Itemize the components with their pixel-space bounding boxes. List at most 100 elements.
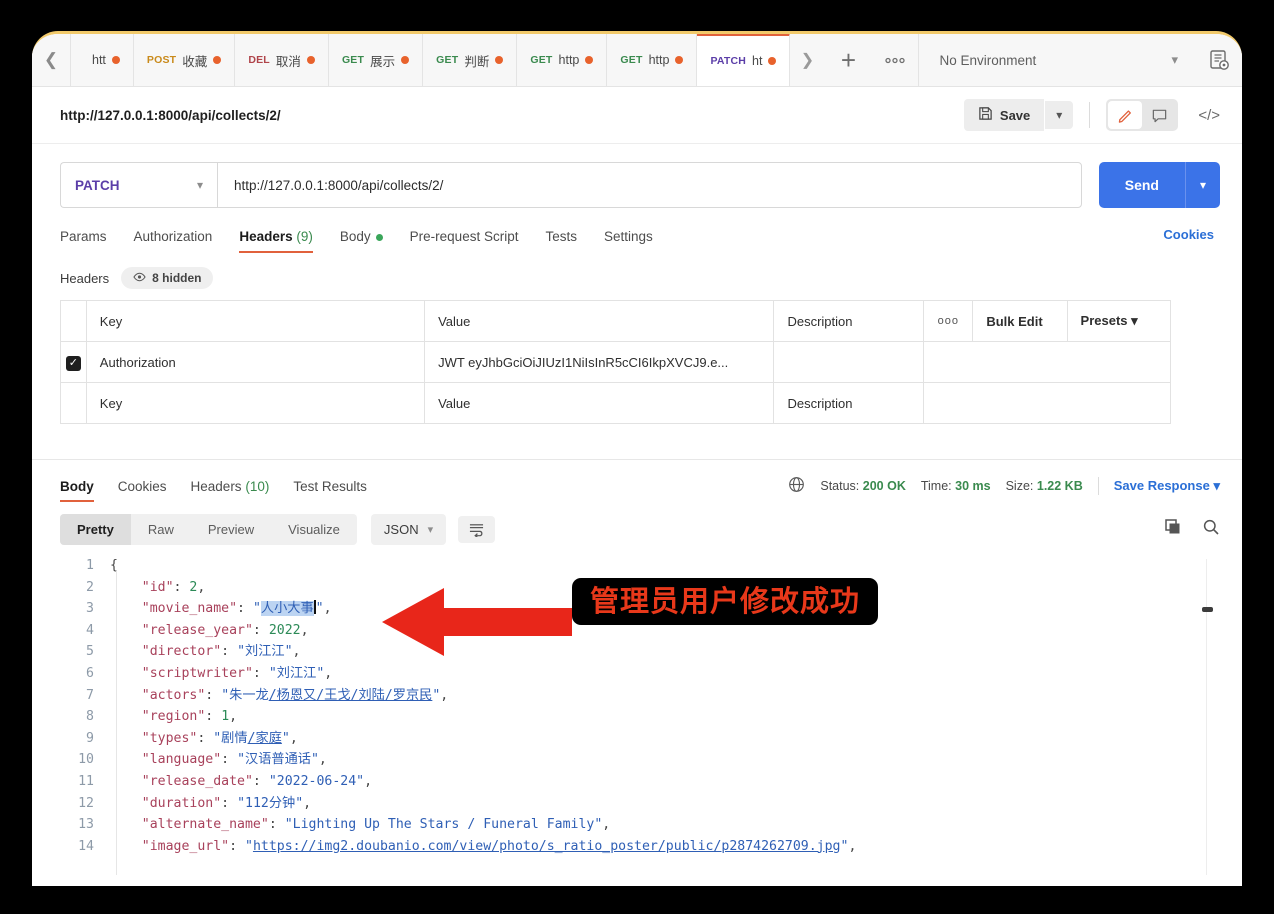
url-bar: PATCH ▾ http://127.0.0.1:8000/api/collec…	[60, 162, 1220, 208]
pencil-icon[interactable]	[1108, 101, 1143, 129]
tab-label-0: htt	[92, 53, 106, 67]
code-line: 11 "release_date": "2022-06-24",	[60, 771, 1242, 793]
save-options-button[interactable]: ▾	[1045, 101, 1074, 129]
code-line-text: "scriptwriter": "刘江江",	[141, 665, 333, 681]
save-response-button[interactable]: Save Response ▾	[1114, 478, 1220, 494]
response-tab-cookies[interactable]: Cookies	[118, 479, 167, 502]
code-line-text: "movie_name": "人小大事 ",	[141, 600, 332, 617]
empty-row-value-input[interactable]: Value	[424, 382, 775, 424]
request-tab-0[interactable]: htt	[71, 34, 134, 86]
code-line-text: "actors": "朱一龙/杨恩又/王戈/刘陆/罗京民",	[141, 687, 449, 703]
request-tab-5[interactable]: GET http	[517, 34, 608, 86]
comment-icon[interactable]	[1142, 101, 1176, 129]
code-brackets-icon[interactable]: </>	[1198, 107, 1220, 124]
request-tab-3[interactable]: GET 展示	[328, 34, 424, 86]
code-line: 1{	[60, 555, 1242, 577]
code-line-text: "region": 1,	[141, 709, 238, 725]
view-mode-visualize[interactable]: Visualize	[271, 514, 357, 545]
tab-headers[interactable]: Headers (9)	[239, 229, 313, 253]
row-key-cell[interactable]: Authorization	[85, 341, 426, 383]
code-line: 9 "types": "剧情/家庭",	[60, 728, 1242, 750]
table-row[interactable]: ✓ Authorization JWT eyJhbGciOiJIUzI1NiIs…	[60, 341, 1171, 383]
response-tab-headers-label: Headers	[190, 478, 242, 494]
request-tab-7-active[interactable]: PATCH ht	[697, 34, 791, 86]
bulk-edit-button[interactable]: Bulk Edit	[972, 300, 1068, 342]
save-button[interactable]: Save	[963, 99, 1045, 131]
response-body-actions	[1164, 518, 1220, 541]
send-button[interactable]: Send	[1098, 162, 1185, 208]
url-input[interactable]: http://127.0.0.1:8000/api/collects/2/	[217, 162, 1082, 208]
code-vertical-scrollbar[interactable]	[1202, 555, 1216, 875]
empty-row-description-input[interactable]: Description	[773, 382, 925, 424]
tab-headers-count: (9)	[296, 229, 313, 244]
code-line: 5 "director": "刘江江",	[60, 641, 1242, 663]
response-tab-cookies-label: Cookies	[117, 478, 167, 494]
size-value: 1.22 KB	[1036, 479, 1083, 493]
tab-pre-request-script[interactable]: Pre-request Script	[410, 229, 519, 253]
table-row-empty[interactable]: Key Value Description	[60, 382, 1171, 424]
environment-quick-look-icon[interactable]	[1196, 34, 1242, 86]
row-enabled-checkbox[interactable]: ✓	[60, 341, 87, 383]
code-line: 13 "alternate_name": "Lighting Up The St…	[60, 814, 1242, 836]
search-icon[interactable]	[1202, 518, 1220, 541]
size-group: Size: 1.22 KB	[1006, 479, 1083, 493]
tab-unsaved-dot-5	[585, 56, 594, 64]
presets-button[interactable]: Presets ▾	[1066, 300, 1172, 342]
tabs-options-button[interactable]	[872, 34, 919, 86]
code-line-text: "director": "刘江江",	[141, 644, 301, 660]
request-tab-6[interactable]: GET http	[607, 34, 698, 86]
request-title: http://127.0.0.1:8000/api/collects/2/	[60, 107, 281, 123]
table-options-button[interactable]: ooo	[923, 300, 974, 342]
tab-unsaved-dot-1	[213, 56, 222, 64]
response-tab-test-results[interactable]: Test Results	[293, 479, 367, 502]
chevron-down-icon: ▾	[1131, 313, 1138, 328]
tabs-scroll-left-button[interactable]: ❮	[32, 34, 71, 86]
environment-selector[interactable]: No Environment ▾	[918, 34, 1196, 86]
tab-method-6: GET	[620, 54, 643, 66]
response-tab-headers[interactable]: Headers (10)	[191, 479, 270, 502]
request-tab-4[interactable]: GET 判断	[423, 34, 518, 86]
tab-body[interactable]: Body	[340, 229, 383, 253]
row-description-cell[interactable]	[773, 341, 925, 383]
request-tab-2[interactable]: DEL 取消	[235, 34, 329, 86]
tab-tests[interactable]: Tests	[545, 229, 577, 253]
empty-row-key-input[interactable]: Key	[85, 382, 426, 424]
time-group: Time: 30 ms	[921, 479, 991, 493]
empty-row-checkbox[interactable]	[60, 382, 87, 424]
response-format-select[interactable]: JSON ▾	[370, 514, 447, 545]
scrollbar-thumb[interactable]	[1202, 607, 1213, 612]
cookies-link[interactable]: Cookies	[1163, 227, 1214, 242]
tab-params[interactable]: Params	[60, 229, 107, 253]
new-tab-button[interactable]: +	[824, 34, 873, 86]
tab-tests-label: Tests	[545, 229, 577, 244]
send-button-group: Send ▾	[1098, 162, 1220, 208]
copy-icon[interactable]	[1164, 518, 1182, 541]
tab-headers-label: Headers	[239, 229, 293, 244]
tab-authorization[interactable]: Authorization	[134, 229, 213, 253]
row-value-cell[interactable]: JWT eyJhbGciOiJIUzI1NiIsInR5cCI6IkpXVCJ9…	[424, 341, 775, 383]
response-tab-body-label: Body	[60, 478, 94, 494]
save-response-label: Save Response	[1113, 478, 1210, 493]
column-description: Description	[773, 300, 925, 342]
hidden-headers-count: 8 hidden	[152, 271, 202, 285]
hidden-headers-toggle[interactable]: 8 hidden	[121, 267, 214, 289]
http-method-value: PATCH	[75, 177, 120, 193]
floppy-disk-icon	[978, 106, 993, 124]
response-tab-body[interactable]: Body	[60, 479, 94, 502]
word-wrap-icon[interactable]	[458, 516, 496, 543]
tabs-scroll-right-button[interactable]: ❯	[790, 34, 825, 86]
view-mode-pretty[interactable]: Pretty	[60, 514, 131, 545]
tab-unsaved-dot-3	[401, 56, 410, 64]
send-options-button[interactable]: ▾	[1184, 162, 1220, 208]
request-section-tabs: Params Authorization Headers (9) Body Pr…	[60, 229, 653, 253]
status-badge: 200 OK	[862, 479, 906, 493]
chevron-down-icon: ▾	[1171, 52, 1178, 67]
request-tab-1[interactable]: POST 收藏	[133, 34, 236, 86]
code-line-text: "release_year": 2022,	[141, 622, 309, 638]
tab-settings[interactable]: Settings	[604, 229, 653, 253]
code-gutter-divider	[116, 571, 117, 875]
view-mode-raw[interactable]: Raw	[131, 514, 191, 545]
http-method-select[interactable]: PATCH ▾	[60, 162, 217, 208]
open-tabs-list: htt POST 收藏 DEL 取消 GET 展示 GET 判断 GET htt…	[71, 34, 791, 86]
view-mode-preview[interactable]: Preview	[191, 514, 271, 545]
